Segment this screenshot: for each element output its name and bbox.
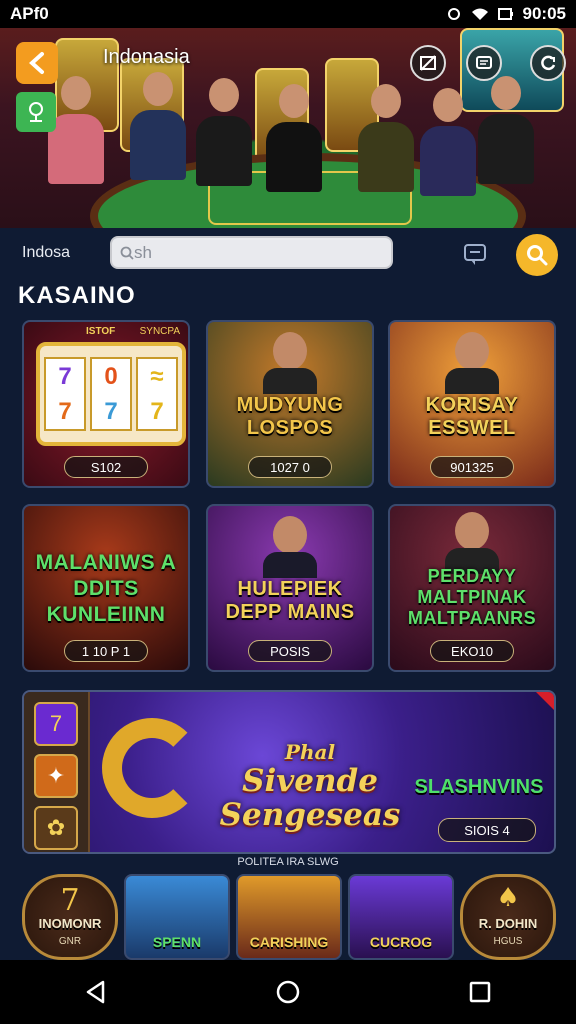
reel: 07 [90,357,132,431]
image-off-icon [420,55,436,71]
seven-icon[interactable]: 7 [34,702,78,746]
tile-title: INOMONR [38,916,102,931]
banner-title-line1: Phal [284,740,336,764]
game-card-3[interactable]: KORISAY ESSWEL 901325 [388,320,556,488]
featured-banner[interactable]: 7 ✦ ✿ Phal Sivende Sengeseas SLASHNVINS … [22,690,556,854]
shell-icon[interactable]: ✿ [34,806,78,850]
tile-title: SPENN [152,934,202,950]
game-card-6[interactable]: PERDAYY MALTPINAK MALTPAANRS EKO10 [388,504,556,672]
banner-pill: SIOIS 4 [438,818,536,842]
refresh-icon [541,55,556,71]
banner-title: Phal Sivende Sengeseas [210,740,410,832]
game-card-4[interactable]: MALANIWS A DDITS KUNLEIINN 1 10 P 1 [22,504,190,672]
search-icon [527,245,548,266]
search-value: sh [134,242,152,262]
player-figure [130,72,186,182]
card-tag: SYNCPA [139,326,180,337]
host-portrait [445,512,499,574]
back-button[interactable] [16,42,58,84]
slot-reels: 77 07 ≈7 [36,342,186,446]
tile-title: CARISHING [249,934,329,950]
card-title: MUDYUNG LOSPOS [236,394,344,439]
section-title: KASAINO [18,282,136,309]
card-pill: POSIS [248,640,332,662]
bottom-tile-5[interactable]: ♠ R. DOHIN HGUS [460,874,556,960]
reel: 77 [44,357,86,431]
recents-square-icon[interactable] [467,979,493,1005]
card-title: KORISAY ESSWEL [425,394,519,439]
tile-title: CUCROG [369,934,433,950]
bottom-tile-2[interactable]: SPENN [124,874,230,960]
host-portrait [445,332,499,394]
card-title: HULEPIEK DEPP MAINS [225,578,355,623]
refresh-button[interactable] [530,45,566,81]
coin-c-decor [102,718,202,818]
search-row: Indosa sh [0,228,576,280]
player-figure [420,88,476,198]
picture-button[interactable] [410,45,446,81]
player-figure [358,84,414,194]
tile-sub: HGUS [493,936,523,947]
player-figure [478,76,534,186]
carrier-text: APf0 [10,4,49,23]
spade-icon: ♠ [496,883,520,913]
host-portrait [263,516,317,578]
chevron-left-icon [29,52,44,74]
reel: ≈7 [136,357,178,431]
game-card-5[interactable]: HULEPIEK DEPP MAINS POSIS [206,504,374,672]
card-pill: 1027 0 [248,456,332,478]
card-title: PERDAYY MALTPINAK MALTPAANRS [407,566,537,628]
banner-title-line2: Sivende Sengeseas [219,763,401,833]
alarm-icon [447,8,460,20]
section-caption: POLITEA IRA SLWG [237,856,339,868]
tile-title: R. DOHIN [478,916,538,931]
tile-number: 7 [60,883,80,918]
card-pill: EKO10 [430,640,514,662]
banner-subtitle: SLASHNVINS [414,776,544,798]
banner-side-menu: 7 ✦ ✿ [24,692,90,852]
tile-sub: GNR [58,936,82,947]
host-portrait [263,332,317,394]
region-label: Indosa [22,244,71,261]
back-triangle-icon[interactable] [83,979,109,1005]
home-circle-icon[interactable] [275,979,301,1005]
menu-shortcut-button[interactable] [16,92,56,132]
card-pill: S102 [64,456,148,478]
battery-icon [497,8,513,20]
star-icon[interactable]: ✦ [34,754,78,798]
card-pill: 1 10 P 1 [64,640,148,662]
messages-button[interactable] [466,45,502,81]
message-icon [476,56,492,69]
bottom-tile-3[interactable]: CARISHING [236,874,342,960]
game-card-slots[interactable]: ISTOF SYNCPA 77 07 ≈7 S102 [22,320,190,488]
search-input[interactable]: sh [110,236,393,269]
clock-text: 90:05 [522,4,566,23]
system-nav-bar [0,960,576,1024]
game-card-2[interactable]: MUDYUNG LOSPOS 1027 0 [206,320,374,488]
player-figure [48,76,104,186]
sprout-icon [29,102,43,122]
card-pill: 901325 [430,456,514,478]
player-figure [266,84,322,194]
card-tag: ISTOF [86,326,116,337]
bottom-tile-1[interactable]: 7 INOMONR GNR [22,874,118,960]
chat-icon [464,244,486,265]
player-figure [196,78,252,188]
wifi-icon [471,8,488,20]
page-title: Indonasia [103,46,190,68]
card-title: MALANIWS A DDITS KUNLEIINN [35,551,177,626]
search-icon [120,246,134,260]
status-bar: APf0 90:05 [0,0,576,28]
bottom-tile-4[interactable]: CUCROG [348,874,454,960]
corner-badge [536,692,554,710]
search-button[interactable] [516,234,558,276]
chat-button[interactable] [461,240,489,268]
